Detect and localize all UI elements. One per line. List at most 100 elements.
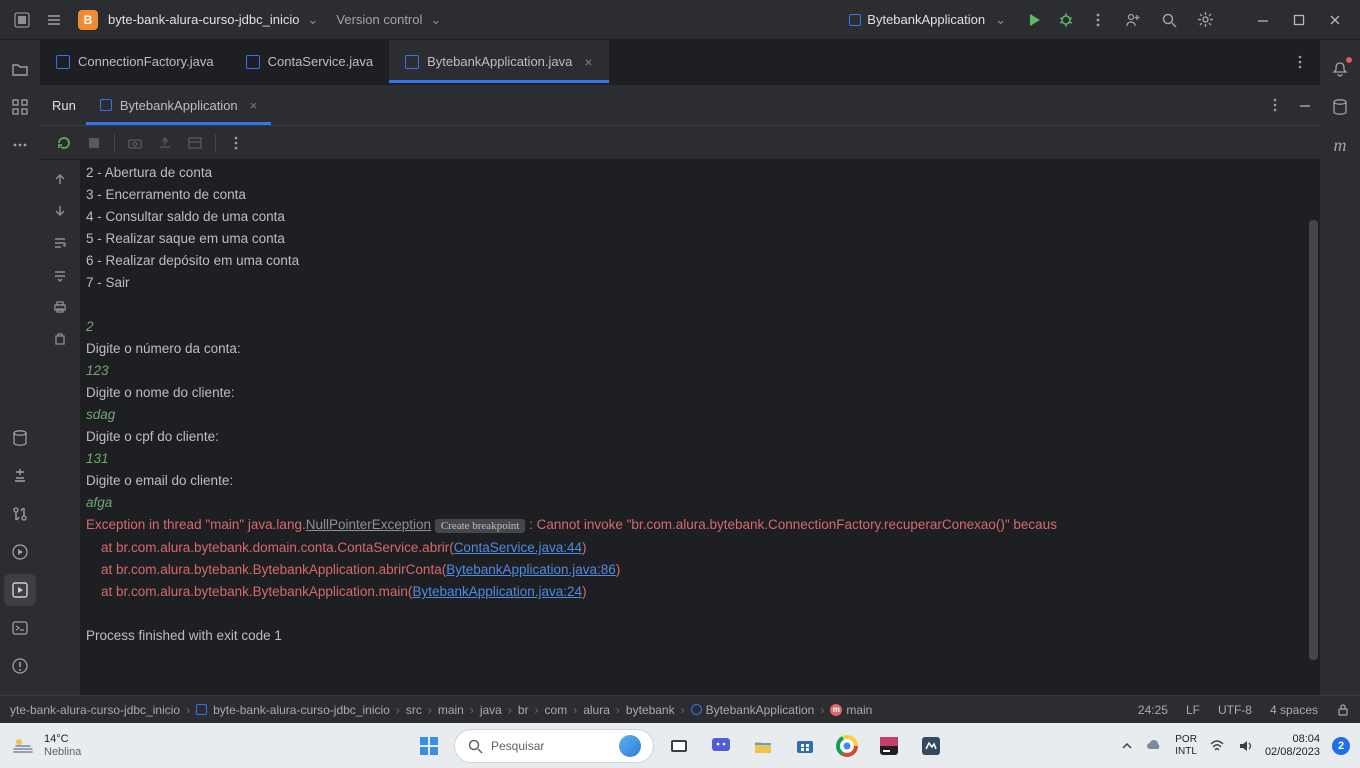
run-config-icon	[849, 14, 861, 26]
ide-status-bar: yte-bank-alura-curso-jdbc_inicio› byte-b…	[0, 695, 1360, 723]
breadcrumbs[interactable]: yte-bank-alura-curso-jdbc_inicio› byte-b…	[10, 703, 872, 717]
windows-taskbar: 14°CNeblina Pesquisar PORINTL 08:0402/08…	[0, 723, 1360, 768]
scroll-to-end-icon[interactable]	[49, 200, 71, 222]
create-breakpoint-button[interactable]: Create breakpoint	[435, 519, 526, 533]
clock[interactable]: 08:0402/08/2023	[1265, 733, 1320, 759]
terminal-tool-icon[interactable]	[4, 612, 36, 644]
project-tool-icon[interactable]	[4, 53, 36, 85]
class-icon	[691, 704, 702, 715]
snapshot-icon[interactable]	[121, 129, 149, 157]
run-console[interactable]: 2 - Abertura de conta 3 - Encerramento d…	[80, 160, 1320, 723]
layout-icon[interactable]	[181, 129, 209, 157]
clear-console-icon[interactable]	[49, 328, 71, 350]
title-bar: B byte-bank-alura-curso-jdbc_inicio ⌄ Ve…	[0, 0, 1360, 40]
notifications-icon[interactable]	[1324, 53, 1356, 85]
project-chip[interactable]: B	[78, 10, 98, 30]
run-toolwindow-header: Run BytebankApplication ×	[40, 84, 1320, 126]
vertical-scrollbar[interactable]	[1309, 220, 1318, 660]
right-tool-stripe: m	[1320, 40, 1360, 723]
console-gutter	[40, 160, 80, 723]
microsoft-store-icon[interactable]	[788, 729, 822, 763]
run-more-icon[interactable]	[222, 129, 250, 157]
file-encoding[interactable]: UTF-8	[1218, 703, 1252, 717]
print-icon[interactable]	[49, 296, 71, 318]
main-menu-icon[interactable]	[40, 6, 68, 34]
volume-icon[interactable]	[1237, 738, 1253, 754]
close-tab-icon[interactable]: ×	[584, 54, 592, 70]
close-run-tab-icon[interactable]: ×	[250, 98, 258, 113]
run-config-tab[interactable]: BytebankApplication ×	[86, 85, 271, 125]
method-icon: m	[830, 704, 842, 716]
chat-icon[interactable]	[704, 729, 738, 763]
onedrive-icon[interactable]	[1145, 737, 1163, 755]
stack-link[interactable]: BytebankApplication.java:86	[446, 562, 616, 577]
taskbar-search[interactable]: Pesquisar	[454, 729, 654, 763]
search-everywhere-icon[interactable]	[1152, 6, 1186, 34]
file-explorer-icon[interactable]	[746, 729, 780, 763]
settings-icon[interactable]	[1188, 6, 1222, 34]
indent-setting[interactable]: 4 spaces	[1270, 703, 1318, 717]
exception-link[interactable]: NullPointerException	[306, 517, 431, 532]
window-maximize-button[interactable]	[1282, 6, 1316, 34]
intellij-icon[interactable]	[872, 729, 906, 763]
java-file-icon	[246, 55, 260, 69]
language-indicator[interactable]: PORINTL	[1175, 734, 1197, 758]
run-toolbar	[40, 126, 1320, 160]
toolwindow-options-icon[interactable]	[1260, 90, 1290, 120]
structure-tool-icon[interactable]	[4, 91, 36, 123]
window-close-button[interactable]	[1318, 6, 1352, 34]
module-icon	[196, 704, 207, 715]
git-tool-icon[interactable]	[4, 498, 36, 530]
run-button[interactable]	[1020, 6, 1048, 34]
problems-tool-icon[interactable]	[4, 650, 36, 682]
search-icon	[467, 738, 483, 754]
editor-tab[interactable]: ContaService.java	[230, 40, 390, 83]
maven-icon[interactable]: m	[1324, 129, 1356, 161]
version-control-menu[interactable]: Version control⌄	[336, 12, 441, 28]
start-button[interactable]	[412, 729, 446, 763]
weather-widget[interactable]: 14°CNeblina	[10, 733, 81, 759]
chevron-down-icon[interactable]: ⌄	[307, 12, 318, 28]
database-tool-icon[interactable]	[4, 422, 36, 454]
app-icon[interactable]	[8, 6, 36, 34]
run-toolwindow-title: Run	[52, 98, 76, 113]
line-separator[interactable]: LF	[1186, 703, 1200, 717]
database-right-icon[interactable]	[1324, 91, 1356, 123]
run-config-selector[interactable]: BytebankApplication ⌄	[839, 8, 1016, 32]
task-view-icon[interactable]	[662, 729, 696, 763]
run-tool-icon[interactable]	[4, 574, 36, 606]
editor-tabs-more-icon[interactable]	[1280, 40, 1320, 83]
debug-button[interactable]	[1052, 6, 1080, 34]
toolwindow-hide-icon[interactable]	[1290, 90, 1320, 120]
services-tool-icon[interactable]	[4, 536, 36, 568]
system-tray: PORINTL 08:0402/08/2023 2	[1121, 733, 1350, 759]
more-run-options-icon[interactable]	[1084, 6, 1112, 34]
chrome-icon[interactable]	[830, 729, 864, 763]
stop-button[interactable]	[80, 129, 108, 157]
rerun-button[interactable]	[50, 129, 78, 157]
code-with-me-icon[interactable]	[1116, 6, 1150, 34]
window-minimize-button[interactable]	[1246, 6, 1280, 34]
export-icon[interactable]	[151, 129, 179, 157]
run-config-icon	[100, 99, 112, 111]
app-icon[interactable]	[914, 729, 948, 763]
editor-tab[interactable]: BytebankApplication.java ×	[389, 40, 608, 83]
caret-position[interactable]: 24:25	[1138, 703, 1168, 717]
notification-badge[interactable]: 2	[1332, 737, 1350, 755]
editor-tabs: ConnectionFactory.java ContaService.java…	[40, 40, 1320, 84]
bookmarks-tool-icon[interactable]	[4, 460, 36, 492]
stack-link[interactable]: BytebankApplication.java:24	[412, 584, 582, 599]
tray-chevron-icon[interactable]	[1121, 740, 1133, 752]
scroll-to-top-icon[interactable]	[49, 168, 71, 190]
more-tools-icon[interactable]	[4, 129, 36, 161]
weather-icon	[10, 733, 36, 759]
stack-link[interactable]: ContaService.java:44	[454, 540, 582, 555]
project-name[interactable]: byte-bank-alura-curso-jdbc_inicio	[108, 12, 299, 27]
readonly-lock-icon[interactable]	[1336, 703, 1350, 717]
scroll-follow-icon[interactable]	[49, 264, 71, 286]
bing-icon	[619, 735, 641, 757]
wifi-icon[interactable]	[1209, 738, 1225, 754]
editor-tab[interactable]: ConnectionFactory.java	[40, 40, 230, 83]
soft-wrap-icon[interactable]	[49, 232, 71, 254]
java-file-icon	[405, 55, 419, 69]
